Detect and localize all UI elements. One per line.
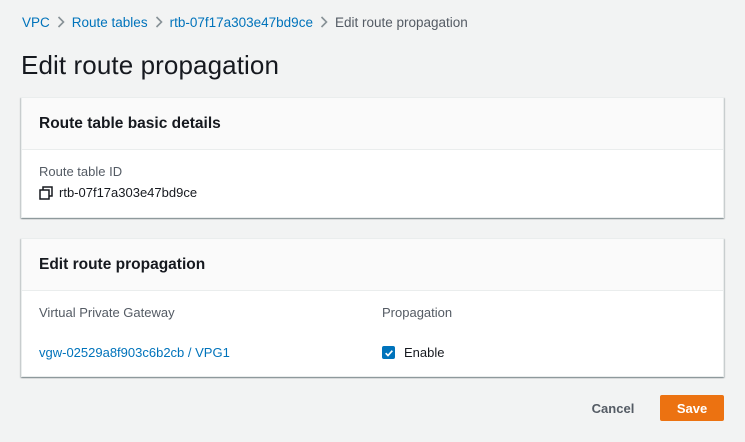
breadcrumb-route-table-id[interactable]: rtb-07f17a303e47bd9ce [170, 15, 313, 30]
route-table-id-field: rtb-07f17a303e47bd9ce [39, 185, 197, 200]
route-table-id-value: rtb-07f17a303e47bd9ce [59, 185, 198, 200]
breadcrumb-current: Edit route propagation [334, 14, 468, 30]
breadcrumb-vpc[interactable]: VPC [22, 15, 50, 30]
details-panel-title: Route table basic details [22, 98, 723, 150]
propagation-enable-checkbox[interactable]: Enable [382, 345, 444, 360]
page-title: Edit route propagation [21, 50, 280, 80]
chevron-right-icon [313, 16, 335, 28]
breadcrumb: VPC Route tables rtb-07f17a303e47bd9ce E… [22, 12, 468, 32]
column-header-gateway: Virtual Private Gateway [39, 305, 175, 320]
route-table-details-panel: Route table basic details Route table ID… [21, 97, 724, 218]
route-table-id-label: Route table ID [39, 164, 123, 179]
gateway-link[interactable]: vgw-02529a8f903c6b2cb / VPG1 [39, 345, 230, 360]
save-button[interactable]: Save [660, 395, 724, 421]
breadcrumb-route-tables[interactable]: Route tables [72, 15, 148, 30]
enable-label: Enable [404, 345, 445, 360]
edit-route-propagation-panel: Edit route propagation Virtual Private G… [21, 238, 724, 377]
chevron-right-icon [148, 16, 170, 28]
cancel-button[interactable]: Cancel [583, 396, 643, 421]
column-header-propagation: Propagation [382, 305, 453, 320]
checkmark-icon[interactable] [382, 346, 395, 359]
propagation-panel-title: Edit route propagation [22, 239, 723, 291]
chevron-right-icon [50, 16, 72, 28]
copy-icon[interactable] [39, 185, 53, 200]
